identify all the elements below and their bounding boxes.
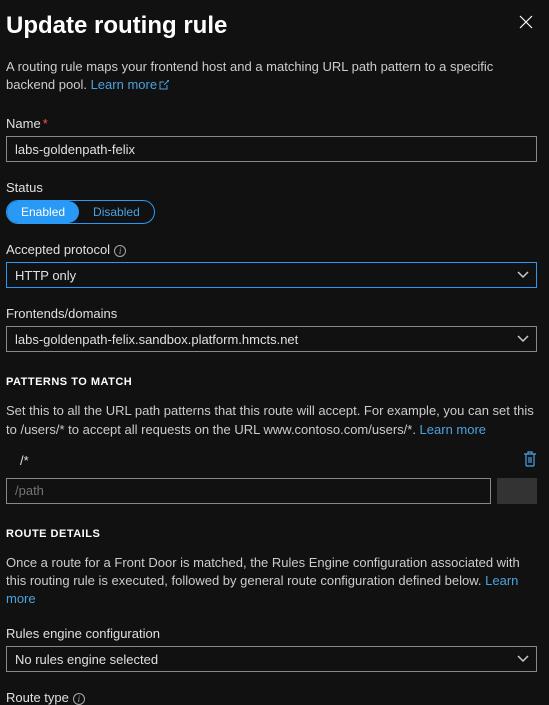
status-toggle: Enabled Disabled [6,200,155,224]
required-indicator: * [43,116,48,131]
info-icon[interactable]: i [114,245,126,257]
patterns-learn-more-link[interactable]: Learn more [420,422,486,437]
route-header: ROUTE DETAILS [6,528,537,540]
patterns-desc: Set this to all the URL path patterns th… [6,402,537,438]
frontends-select[interactable]: labs-goldenpath-felix.sandbox.platform.h… [6,326,537,352]
pattern-value: /* [20,453,29,468]
name-input[interactable] [6,136,537,162]
trash-icon[interactable] [523,451,537,470]
protocol-label: Accepted protocoli [6,242,537,257]
close-icon[interactable] [515,12,537,34]
pattern-row: /* [6,447,537,478]
status-label: Status [6,180,537,195]
name-label: Name* [6,116,537,131]
frontends-label: Frontends/domains [6,306,537,321]
pattern-input[interactable] [6,478,491,504]
rules-engine-select[interactable]: No rules engine selected [6,646,537,672]
info-icon[interactable]: i [73,693,85,705]
add-pattern-row [6,478,537,504]
status-disabled-button[interactable]: Disabled [79,201,154,223]
intro-text: A routing rule maps your frontend host a… [6,58,537,94]
status-enabled-button[interactable]: Enabled [7,201,79,223]
rules-engine-label: Rules engine configuration [6,626,537,641]
route-desc: Once a route for a Front Door is matched… [6,554,537,609]
intro-body: A routing rule maps your frontend host a… [6,59,493,92]
add-pattern-button[interactable] [497,478,537,504]
learn-more-link[interactable]: Learn more [91,77,169,92]
page-title: Update routing rule [6,12,227,40]
route-type-label: Route typei [6,690,537,705]
external-link-icon [159,77,169,87]
patterns-header: PATTERNS TO MATCH [6,376,537,388]
protocol-select[interactable]: HTTP only [6,262,537,288]
